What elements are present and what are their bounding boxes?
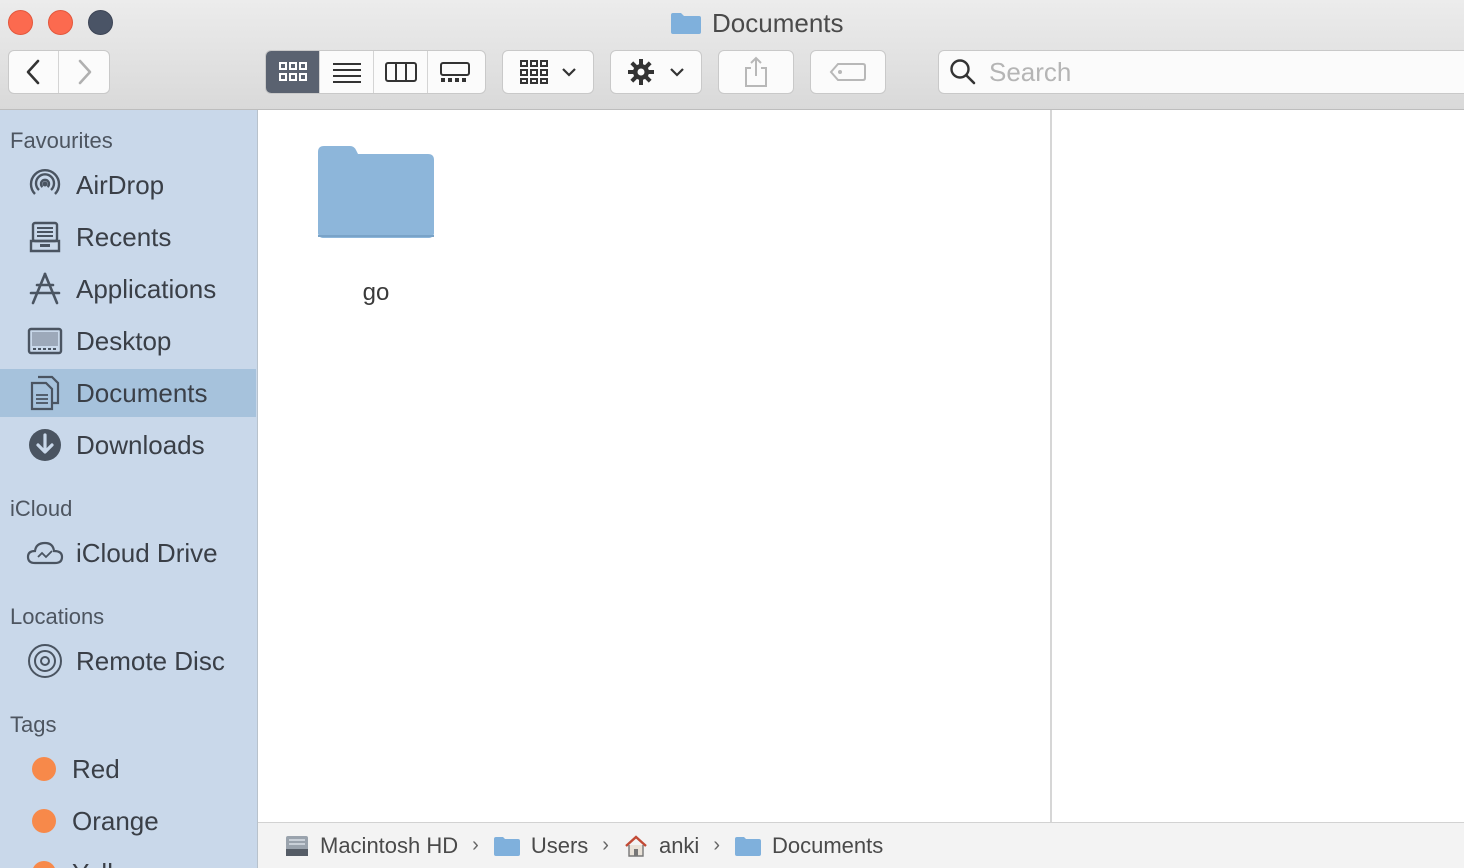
file-browser: go: [258, 110, 1050, 822]
toolbar: Documents: [0, 0, 1464, 110]
disc-icon: [26, 642, 64, 680]
gear-icon: [628, 59, 654, 85]
sidebar-item-tag-yellow[interactable]: Yellow: [0, 849, 256, 868]
chevron-right-icon: ›: [713, 834, 720, 856]
chevron-right-icon: [78, 59, 92, 85]
sidebar-item-tag-orange[interactable]: Orange: [0, 797, 256, 845]
preview-column: [1052, 110, 1464, 822]
sidebar-heading-locations: Locations: [10, 604, 105, 629]
sidebar-heading-favourites: Favourites: [10, 128, 113, 153]
downloads-icon: [26, 426, 64, 464]
breadcrumb-macintosh-hd[interactable]: Macintosh HD: [284, 833, 458, 859]
sidebar-item-label: Remote Disc: [76, 645, 225, 676]
home-icon: [625, 834, 647, 857]
column-view-button[interactable]: [374, 51, 428, 93]
finder-window: Documents Search Favourites AirDrop Rece…: [0, 0, 1464, 868]
search-icon: [950, 59, 976, 85]
breadcrumb-label: Documents: [771, 832, 884, 858]
desktop-icon: [26, 322, 64, 360]
chevron-down-icon: [562, 68, 576, 77]
sidebar-item-label: Downloads: [76, 429, 205, 460]
file-item-folder[interactable]: go: [314, 142, 438, 307]
zoom-button[interactable]: [88, 10, 113, 35]
gallery-view-button[interactable]: [428, 51, 482, 93]
tag-color-dot: [32, 757, 56, 781]
nav-buttons: [8, 50, 110, 94]
applications-icon: [26, 270, 64, 308]
documents-icon: [26, 374, 64, 412]
sidebar-item-label: iCloud Drive: [76, 537, 218, 568]
view-mode-control: [265, 50, 486, 94]
file-item-name: go: [362, 279, 390, 306]
tag-icon: [829, 63, 866, 81]
back-button[interactable]: [9, 51, 59, 93]
icloud-icon: [26, 534, 64, 572]
gallery-view-icon: [440, 62, 470, 82]
search-input[interactable]: [987, 55, 1371, 89]
folder-icon: [318, 146, 434, 238]
sidebar-item-tag-red[interactable]: Red: [0, 745, 256, 793]
folder-icon: [734, 836, 761, 856]
sidebar-item-label: Desktop: [76, 325, 172, 356]
hard-drive-icon: [286, 835, 308, 856]
chevron-right-icon: ›: [602, 834, 609, 856]
sidebar-item-desktop[interactable]: Desktop: [0, 317, 256, 365]
share-button[interactable]: [718, 50, 794, 94]
icon-view-icon: [278, 62, 307, 81]
chevron-right-icon: ›: [472, 834, 479, 856]
search-field[interactable]: [938, 50, 1464, 94]
share-icon: [745, 56, 767, 87]
sidebar-item-label: Recents: [76, 221, 172, 252]
column-view-icon: [384, 62, 417, 82]
close-button[interactable]: [8, 10, 33, 35]
tag-color-dot: [32, 861, 56, 868]
airdrop-icon: [26, 166, 64, 204]
sidebar-item-downloads[interactable]: Downloads: [0, 421, 256, 469]
breadcrumb-users[interactable]: Users: [493, 833, 588, 859]
sidebar-item-label: Documents: [76, 377, 208, 408]
window-title: Documents: [670, 6, 844, 40]
sidebar-item-label: Red: [72, 753, 120, 784]
list-view-button[interactable]: [320, 51, 374, 93]
sidebar-item-documents[interactable]: Documents: [0, 369, 256, 417]
sidebar-heading-tags: Tags: [10, 712, 57, 737]
sidebar-heading-icloud: iCloud: [10, 496, 73, 521]
sidebar-item-applications[interactable]: Applications: [0, 265, 256, 313]
action-menu-button[interactable]: [610, 50, 702, 94]
sidebar-item-remote-disc[interactable]: Remote Disc: [0, 637, 256, 685]
sidebar-item-label: Applications: [76, 273, 217, 304]
breadcrumb-label: Macintosh HD: [320, 832, 459, 858]
forward-button[interactable]: [59, 51, 109, 93]
sidebar-item-airdrop[interactable]: AirDrop: [0, 161, 256, 209]
minimize-button[interactable]: [48, 10, 73, 35]
path-bar: Macintosh HD › Users › anki › Documents: [258, 822, 1464, 868]
tag-color-dot: [32, 809, 56, 833]
sidebar-item-label: AirDrop: [76, 169, 165, 200]
group-by-button[interactable]: [502, 50, 594, 94]
recents-icon: [26, 218, 64, 256]
sidebar: Favourites AirDrop Recents Applications …: [0, 110, 258, 868]
breadcrumb-label: anki: [658, 832, 700, 858]
folder-icon: [493, 836, 520, 856]
sidebar-item-label: Orange: [72, 805, 159, 836]
sidebar-item-icloud-drive[interactable]: iCloud Drive: [0, 529, 256, 577]
icon-view-button[interactable]: [266, 51, 320, 93]
folder-icon: [671, 13, 701, 34]
sidebar-item-recents[interactable]: Recents: [0, 213, 256, 261]
edit-tags-button[interactable]: [810, 50, 886, 94]
chevron-left-icon: [26, 59, 39, 85]
breadcrumb-documents[interactable]: Documents: [734, 833, 883, 859]
sidebar-item-label: Yellow: [72, 858, 146, 868]
grid-icon: [520, 60, 548, 84]
breadcrumb-label: Users: [530, 832, 589, 858]
chevron-down-icon: [670, 68, 684, 77]
breadcrumb-anki[interactable]: anki: [623, 833, 699, 859]
list-view-icon: [332, 63, 361, 83]
window-title-text: Documents: [712, 7, 844, 38]
